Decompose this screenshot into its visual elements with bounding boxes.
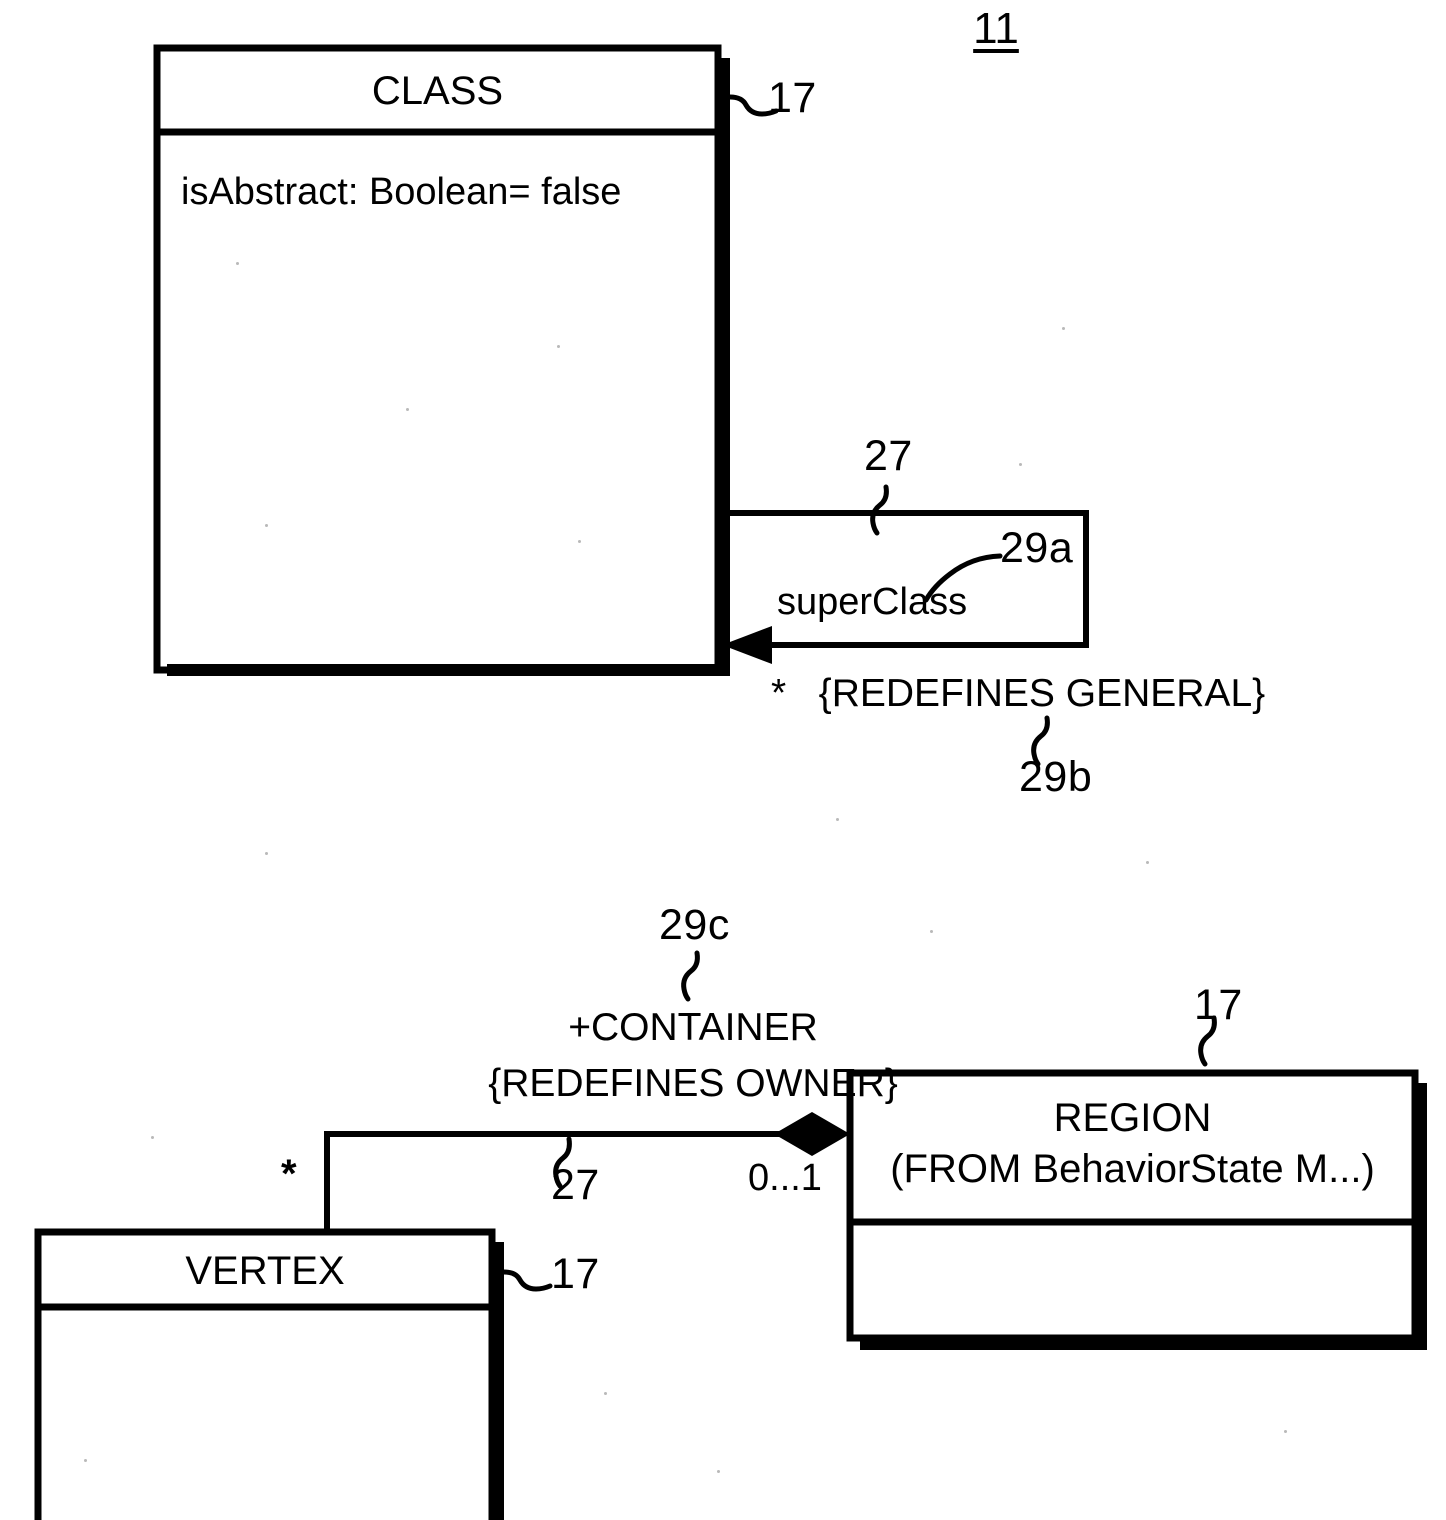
scan-speck [1146,861,1149,864]
scan-speck [1019,463,1022,466]
redefines-general-constraint: * {REDEFINES GENERAL} [771,672,1266,715]
superclass-role-label: superClass [777,581,968,623]
composition-diamond [774,1112,850,1156]
figure-number: 11 [973,4,1019,53]
scan-speck [1284,1430,1287,1433]
scan-speck [836,818,839,821]
reference-numeral-29c: 29c [659,901,730,949]
scan-speck [84,1459,87,1462]
region-box-subtitle: (FROM BehaviorState M...) [890,1147,1375,1191]
scan-speck [1062,327,1065,330]
scan-speck [151,1136,154,1139]
reference-numeral-29a: 29a [1000,524,1074,572]
class-box-attribute: isAbstract: Boolean= false [181,171,622,213]
scan-speck [265,852,268,855]
scan-speck [265,524,268,527]
box-shadows [167,58,1427,1520]
scan-speck [604,1392,607,1395]
scan-speck [578,540,581,543]
composition-source-multiplicity: * [281,1152,297,1196]
composition-target-multiplicity: 0...1 [748,1157,822,1199]
reference-numeral-27-upper: 27 [864,432,913,480]
self-association-arrowhead [722,626,772,664]
reference-numeral-17-region: 17 [1194,981,1243,1029]
reference-numeral-17-class: 17 [768,74,817,122]
scan-speck [717,1470,720,1473]
scan-speck [236,262,239,265]
container-role-label: +CONTAINER [568,1006,818,1049]
scan-speck [930,930,933,933]
class-box-outline [153,44,722,674]
class-box-name: CLASS [371,69,504,113]
reference-numeral-17-vertex: 17 [551,1250,600,1298]
region-box-name: REGION [1053,1096,1212,1140]
reference-numeral-27-lower: 27 [551,1161,600,1209]
reference-numeral-29b: 29b [1019,753,1093,801]
patent-figure-uml-diagram: 11 CLASS isAbstract: Boolean= false 17 2… [0,0,1446,1520]
vertex-box-name: VERTEX [185,1249,345,1293]
scan-speck [557,345,560,348]
scan-speck [406,408,409,411]
